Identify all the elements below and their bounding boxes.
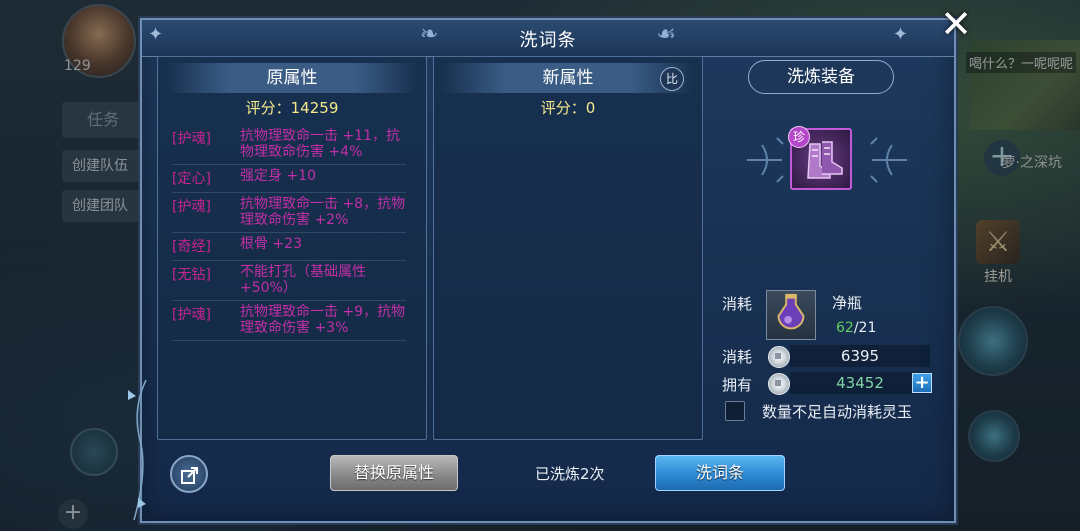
dialog-titlebar: ❧ 洗词条 ☙ <box>142 20 954 57</box>
add-money-button[interactable]: + <box>912 373 932 393</box>
new-attributes-panel: 新属性 比 评分：0 <box>433 56 703 440</box>
attribute-row: [无钻] 不能打孔（基础属性+50%） <box>172 261 406 301</box>
silver-coin-icon <box>768 346 790 368</box>
equipment-slot[interactable]: 珍 <box>788 126 852 190</box>
material-need: /21 <box>853 320 877 336</box>
attribute-row: [护魂] 抗物理致命一击 +9，抗物理致命伤害 +3% <box>172 301 406 341</box>
original-score: 评分：14259 <box>245 99 339 117</box>
original-attributes-panel: 原属性 评分：14259 [护魂] 抗物理致命一击 +11，抗物理致命伤害 +4… <box>157 56 427 440</box>
attribute-tag: [护魂] <box>172 199 211 215</box>
money-owned: 43452 <box>790 372 930 394</box>
equipment-header: 洗炼装备 <box>748 60 894 94</box>
cost-label: 消耗 <box>722 295 753 313</box>
replace-original-button[interactable]: 替换原属性 <box>330 455 458 491</box>
share-button[interactable] <box>170 455 208 493</box>
attribute-text: 抗物理致命一击 +9，抗物理致命伤害 +3% <box>240 304 406 336</box>
attribute-text: 抗物理致命一击 +8，抗物理致命伤害 +2% <box>240 196 406 228</box>
material-item-count: 62/21 <box>836 320 876 336</box>
rarity-badge: 珍 <box>788 126 810 148</box>
new-score: 评分：0 <box>540 99 596 117</box>
potion-bottle-icon <box>777 293 805 330</box>
new-attributes-header: 新属性 <box>442 63 694 93</box>
attribute-text: 不能打孔（基础属性+50%） <box>240 264 366 296</box>
attribute-tag: [护魂] <box>172 307 211 323</box>
attribute-text: 抗物理致命一击 +11，抗物理致命伤害 +4% <box>240 128 400 160</box>
material-have: 62 <box>836 320 854 336</box>
auto-consume-checkbox[interactable] <box>725 401 745 421</box>
share-icon <box>181 467 198 484</box>
auto-consume-label: 数量不足自动消耗灵玉 <box>762 403 913 421</box>
attribute-row: [奇经] 根骨 +23 <box>172 233 406 261</box>
compare-button[interactable]: 比 <box>660 67 684 91</box>
attribute-row: [护魂] 抗物理致命一击 +8，抗物理致命伤害 +2% <box>172 193 406 233</box>
wash-attributes-button[interactable]: 洗词条 <box>655 455 785 491</box>
title-ornament-icon: ☙ <box>656 22 676 47</box>
attribute-tag: [定心] <box>172 171 211 187</box>
attribute-text: 根骨 +23 <box>240 236 302 252</box>
wash-count-text: 已洗炼2次 <box>535 465 605 483</box>
cost-label: 消耗 <box>722 348 753 366</box>
close-button[interactable]: ✕ <box>936 4 976 44</box>
attribute-tag: [奇经] <box>172 239 211 255</box>
attribute-tag: [无钻] <box>172 267 211 283</box>
silver-coin-icon <box>768 373 790 395</box>
vine-decoration-icon <box>128 380 147 520</box>
material-item-name: 净瓶 <box>832 294 863 312</box>
attribute-tag: [护魂] <box>172 131 211 147</box>
original-attributes-header: 原属性 <box>166 63 418 93</box>
material-item-slot[interactable] <box>766 290 816 340</box>
corner-ornament-icon: ✦ <box>892 24 908 45</box>
attribute-row: [定心] 强定身 +10 <box>172 165 406 193</box>
boots-icon <box>807 141 843 179</box>
attribute-row: [护魂] 抗物理致命一击 +11，抗物理致命伤害 +4% <box>172 125 406 165</box>
dialog-title: 洗词条 <box>519 30 577 51</box>
money-cost: 6395 <box>790 345 930 367</box>
own-label: 拥有 <box>722 376 753 394</box>
attribute-text: 强定身 +10 <box>240 168 316 184</box>
original-attribute-list: [护魂] 抗物理致命一击 +11，抗物理致命伤害 +4% [定心] 强定身 +1… <box>172 125 406 341</box>
corner-ornament-icon: ✦ <box>148 24 164 45</box>
